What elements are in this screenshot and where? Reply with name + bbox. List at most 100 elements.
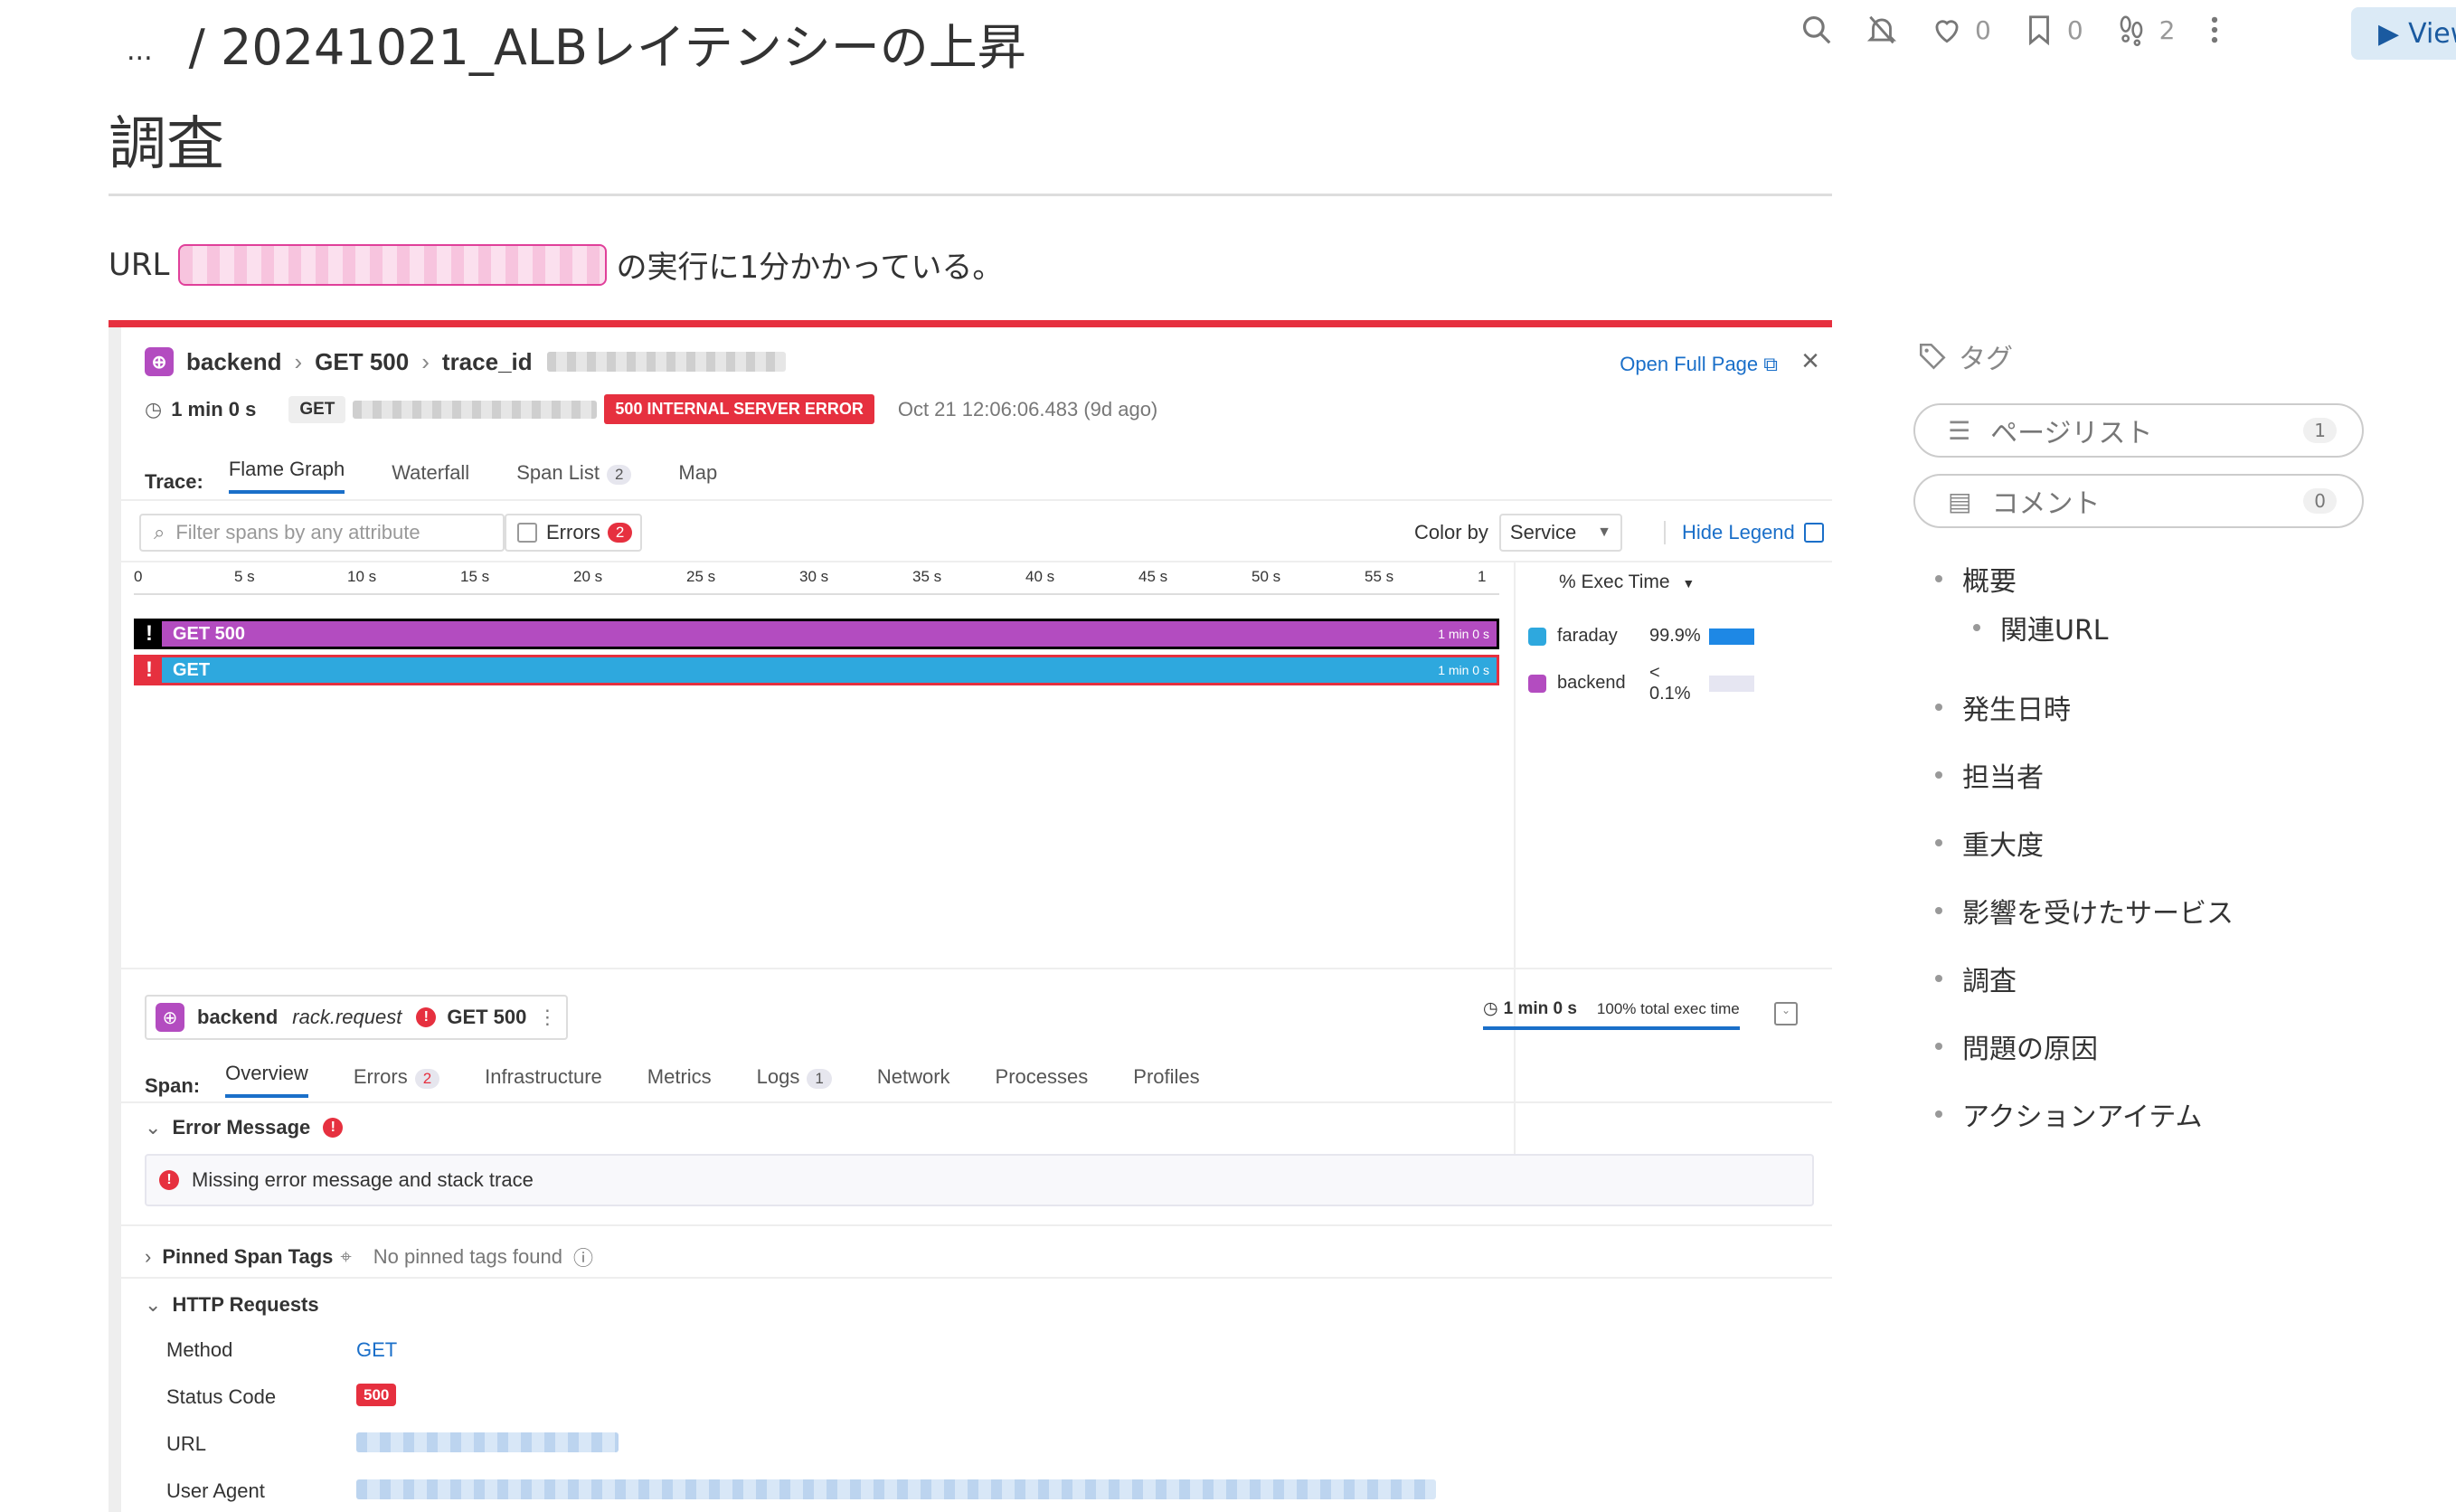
tab-overview[interactable]: Overview	[225, 1062, 308, 1098]
divider	[121, 968, 1832, 969]
heart-icon	[1935, 20, 1959, 43]
divider	[121, 1277, 1832, 1279]
comment-button[interactable]: ▤ コメント 0	[1913, 474, 2364, 528]
tab-errors[interactable]: Errors 2	[354, 1065, 440, 1098]
close-icon[interactable]: ×	[1801, 344, 1819, 379]
search-button[interactable]	[1799, 13, 1834, 47]
redacted-url-value[interactable]	[356, 1432, 619, 1452]
breadcrumb-title: / 20241021_ALBレイテンシーの上昇	[188, 19, 1026, 76]
kebab-icon[interactable]: ⋮	[537, 1006, 557, 1029]
axis-line	[134, 593, 1499, 595]
span-list-count: 2	[606, 465, 632, 485]
toc-item[interactable]: 関連URL	[1973, 608, 2109, 647]
redacted-url-link[interactable]	[178, 243, 608, 286]
breadcrumb-more[interactable]: ...	[127, 35, 153, 67]
axis-tick-label: 30 s	[799, 568, 829, 585]
http-method-value[interactable]: GET	[356, 1338, 397, 1362]
span-resource: GET 500	[447, 1006, 527, 1028]
toc-item[interactable]: 調査	[1935, 959, 2017, 998]
axis-tick-label: 25 s	[686, 568, 716, 585]
more-menu-button[interactable]	[2206, 13, 2224, 47]
tab-flame-graph[interactable]: Flame Graph	[228, 458, 345, 494]
divider	[121, 499, 1832, 501]
axis-tick-label: 10 s	[347, 568, 377, 585]
trace-service: backend	[186, 347, 282, 375]
toc-item[interactable]: 担当者	[1935, 755, 2044, 795]
search-icon	[1802, 15, 1831, 44]
footprint-button[interactable]: 2	[2114, 13, 2176, 47]
footprints-icon	[2120, 15, 2143, 47]
legend-bar	[1709, 675, 1754, 692]
chevron-right-icon: ›	[421, 347, 430, 375]
http-url-key: URL	[166, 1432, 207, 1455]
page-list-button[interactable]: ☰ ページリスト 1	[1913, 403, 2364, 458]
tab-profiles[interactable]: Profiles	[1133, 1065, 1199, 1098]
axis-tick-label: 5 s	[234, 568, 255, 585]
tag-field[interactable]: タグ	[1917, 336, 2013, 376]
tab-network[interactable]: Network	[877, 1065, 950, 1098]
watcher-count: 2	[2158, 14, 2176, 45]
axis-tick-label: 50 s	[1252, 568, 1281, 585]
tab-infrastructure[interactable]: Infrastructure	[485, 1065, 602, 1098]
error-marker-icon: !	[137, 621, 162, 647]
background-strip	[109, 327, 121, 1512]
pin-icon: ⌖	[340, 1245, 352, 1268]
http-status-value[interactable]: 500	[356, 1384, 397, 1406]
tab-processes[interactable]: Processes	[996, 1065, 1089, 1098]
span-operation: rack.request	[292, 1006, 402, 1028]
span-filter-input[interactable]: ⌕ Filter spans by any attribute	[139, 514, 505, 552]
redacted-user-agent-value[interactable]	[356, 1479, 1436, 1499]
checkbox-box	[517, 523, 537, 543]
errors-checkbox[interactable]: Errors 2	[505, 514, 642, 552]
toc-item[interactable]: アクションアイテム	[1935, 1094, 2203, 1134]
header-actions: 0 0 2	[1799, 13, 2254, 47]
breadcrumb: ... / 20241021_ALBレイテンシーの上昇	[127, 7, 1026, 79]
span-tabs-label: Span:	[145, 1074, 201, 1097]
http-method-key: Method	[166, 1338, 233, 1361]
globe-icon: ⊕	[145, 347, 174, 376]
collapse-icon[interactable]: ⌄	[1774, 1002, 1798, 1025]
play-icon: ▶	[2378, 17, 2400, 50]
open-full-page-link[interactable]: Open Full Page ⧉	[1620, 353, 1778, 376]
divider	[121, 561, 1832, 562]
flame-bar-get[interactable]: ! GET 1 min 0 s	[134, 655, 1499, 685]
tab-map[interactable]: Map	[678, 461, 717, 494]
error-marker-icon: !	[137, 657, 162, 683]
url-suffix: の実行に1分かかっている。	[616, 250, 1004, 286]
http-requests-section[interactable]: ⌄ HTTP Requests	[145, 1293, 319, 1317]
toc-item[interactable]: 概要	[1935, 559, 2017, 599]
globe-icon: ⊕	[156, 1003, 184, 1032]
http-ua-key: User Agent	[166, 1479, 265, 1502]
trace-id-label: trace_id	[441, 347, 533, 375]
error-icon: !	[416, 1007, 437, 1027]
toc-item[interactable]: 影響を受けたサービス	[1935, 891, 2234, 931]
tag-icon	[1919, 343, 1946, 370]
toc-item[interactable]: 発生日時	[1935, 687, 2071, 727]
trace-duration: 1 min 0 s	[171, 397, 257, 421]
toc-item[interactable]: 重大度	[1935, 823, 2044, 863]
notification-off-button[interactable]	[1865, 13, 1899, 47]
axis-tick-label: 55 s	[1365, 568, 1394, 585]
color-by-select[interactable]: Service ▼	[1498, 514, 1622, 552]
legend-swatch	[1528, 674, 1546, 693]
tab-waterfall[interactable]: Waterfall	[392, 461, 469, 494]
page-heading: 調査	[109, 111, 224, 178]
errors-count: 2	[607, 523, 633, 543]
bookmark-button[interactable]: 0	[2022, 13, 2083, 47]
tab-logs[interactable]: Logs 1	[757, 1065, 832, 1098]
error-message-section[interactable]: ⌄ Error Message !	[145, 1116, 344, 1139]
legend-sort[interactable]: % Exec Time ▼	[1559, 572, 1695, 593]
axis-tick-label: 35 s	[912, 568, 942, 585]
flame-bar-get-500[interactable]: ! GET 500 1 min 0 s	[134, 619, 1499, 649]
panel-icon	[1803, 523, 1824, 543]
pinned-span-tags-section[interactable]: › Pinned Span Tags ⌖ No pinned tags foun…	[145, 1243, 593, 1271]
bookmark-icon	[2028, 15, 2049, 46]
tab-span-list[interactable]: Span List 2	[516, 461, 632, 494]
span-service: backend	[197, 1006, 279, 1028]
tab-metrics[interactable]: Metrics	[647, 1065, 712, 1098]
page-list-count: 1	[2303, 418, 2337, 443]
toc-item[interactable]: 問題の原因	[1935, 1026, 2098, 1066]
view-button[interactable]: ▶View	[2351, 7, 2456, 60]
hide-legend-button[interactable]: Hide Legend	[1664, 521, 1824, 544]
like-button[interactable]: 0	[1930, 13, 1991, 47]
